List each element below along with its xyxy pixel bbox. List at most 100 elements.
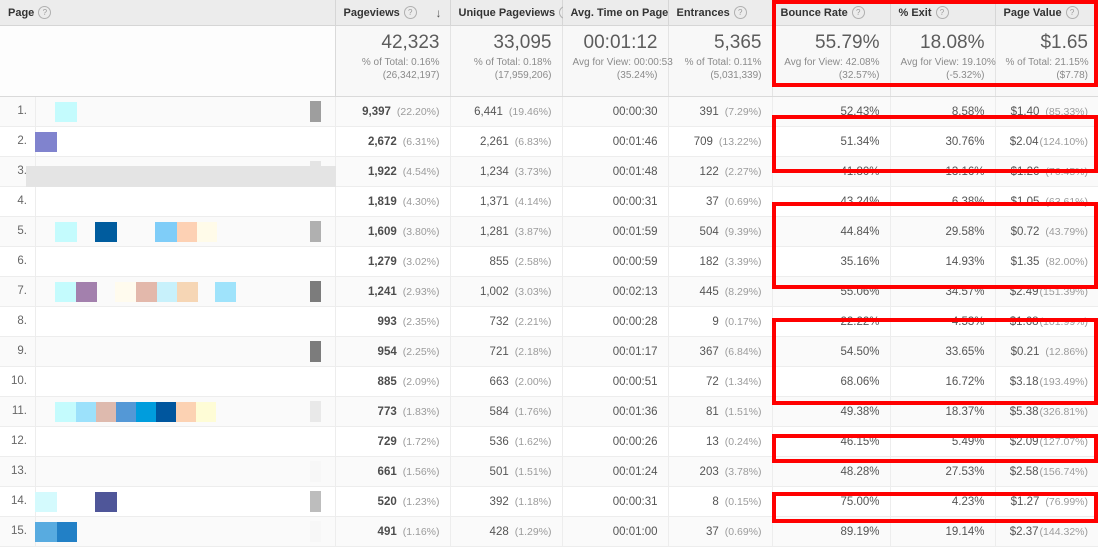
- value-page-value: $0.72: [1010, 225, 1040, 238]
- table-row[interactable]: 4. 1,819 (4.30%) 1,371 (4.14%) 00:00:31 37 (0.6…: [0, 186, 1098, 217]
- value-bounce-rate: 89.19%: [840, 525, 880, 538]
- table-row[interactable]: 5. 1,609 (3.80%) 1,281 (3.87%) 00:01:59 504 (9.…: [0, 216, 1098, 247]
- value-bounce-rate: 48.28%: [840, 465, 880, 478]
- table-row[interactable]: 13. 661 (1.56%) 501 (1.51%) 00:01:24 203 (3.78%…: [0, 456, 1098, 487]
- cell-page[interactable]: 9.: [0, 336, 336, 367]
- summary-row: 42,323 % of Total: 0.16% (26,342,197) 33…: [0, 25, 1098, 97]
- value-percent-unique-pageviews: (2.58%): [514, 255, 552, 268]
- help-icon-bounce-rate[interactable]: ?: [851, 6, 865, 19]
- table-row[interactable]: 9. 954 (2.25%) 721 (2.18%) 00:01:17 367 (6.84%)…: [0, 336, 1098, 367]
- column-header-entrances[interactable]: Entrances ?: [668, 0, 773, 26]
- help-icon-page-value[interactable]: ?: [1065, 6, 1079, 19]
- sort-descending-icon[interactable]: ↓: [430, 7, 442, 19]
- value-percent-page-value: (151.39%): [1039, 285, 1088, 298]
- help-icon-percent-exit[interactable]: ?: [935, 6, 949, 19]
- help-icon-pageviews[interactable]: ?: [403, 6, 417, 19]
- table-row[interactable]: 2. 2,672 (6.31%) 2,261 (6.83%) 00:01:46 709 (13…: [0, 126, 1098, 157]
- cell-avg-time-on-page: 00:00:59: [562, 246, 669, 277]
- page-label-redacted: [36, 277, 325, 306]
- value-percent-entrances: (0.69%): [724, 195, 762, 208]
- redaction-block: [197, 222, 217, 242]
- cell-page[interactable]: 2.: [0, 126, 336, 157]
- column-header-page[interactable]: Page ?: [0, 0, 336, 26]
- column-header-bounce-rate[interactable]: Bounce Rate ?: [772, 0, 891, 26]
- column-label-unique-pageviews: Unique Pageviews: [458, 6, 556, 19]
- cell-page[interactable]: 4.: [0, 186, 336, 217]
- page-label-redacted: [36, 307, 325, 336]
- value-percent-pageviews: (4.54%): [402, 165, 440, 178]
- cell-page[interactable]: 8.: [0, 306, 336, 337]
- value-percent-exit: 29.58%: [945, 225, 985, 238]
- value-percent-exit: 14.93%: [945, 255, 985, 268]
- help-icon-entrances[interactable]: ?: [733, 6, 747, 19]
- value-entrances: 122: [699, 165, 719, 178]
- cell-page[interactable]: 1.: [0, 96, 336, 127]
- table-row[interactable]: 10. 885 (2.09%) 663 (2.00%) 00:00:51 72 (1.34%)…: [0, 366, 1098, 397]
- table-row[interactable]: 8. 993 (2.35%) 732 (2.21%) 00:00:28 9 (0.17%) 22…: [0, 306, 1098, 337]
- value-percent-exit: 4.53%: [951, 315, 985, 328]
- value-avg-time-on-page: 00:01:36: [612, 405, 658, 418]
- cell-page[interactable]: 12.: [0, 426, 336, 457]
- redaction-block: [76, 282, 97, 302]
- page-label-redacted: [35, 517, 325, 546]
- redaction-block: [177, 282, 198, 302]
- cell-bounce-rate: 22.22%: [772, 306, 891, 337]
- column-header-unique-pageviews[interactable]: Unique Pageviews ?: [450, 0, 573, 26]
- cell-page[interactable]: 14.: [0, 486, 336, 517]
- cell-pageviews: 520 (1.23%): [335, 486, 451, 517]
- summary-row-group: 42,323 % of Total: 0.16% (26,342,197) 33…: [0, 25, 1098, 97]
- table-row[interactable]: 7. 1,241 (2.93%) 1,002 (3.03%) 00:02:13 445 (8.…: [0, 276, 1098, 307]
- column-header-page-value[interactable]: Page Value ?: [995, 0, 1098, 26]
- value-percent-exit: 19.14%: [945, 525, 985, 538]
- column-label-percent-exit: % Exit: [898, 6, 932, 19]
- cell-bounce-rate: 89.19%: [772, 516, 891, 547]
- value-page-value: $1.40: [1010, 105, 1040, 118]
- cell-bounce-rate: 68.06%: [772, 366, 891, 397]
- table-row[interactable]: 15. 491 (1.16%) 428 (1.29%) 00:01:00 37 (0.69%)…: [0, 516, 1098, 547]
- column-header-percent-exit[interactable]: % Exit ?: [890, 0, 996, 26]
- cell-pageviews: 954 (2.25%): [335, 336, 451, 367]
- value-pageviews: 954: [377, 345, 397, 358]
- cell-avg-time-on-page: 00:00:31: [562, 186, 669, 217]
- value-unique-pageviews: 1,234: [479, 165, 509, 178]
- cell-entrances: 367 (6.84%): [668, 336, 773, 367]
- cell-page[interactable]: 7.: [0, 276, 336, 307]
- column-header-avg-time-on-page[interactable]: Avg. Time on Page ?: [562, 0, 686, 26]
- table-row[interactable]: 6. 1,279 (3.02%) 855 (2.58%) 00:00:59 182 (3.39…: [0, 246, 1098, 277]
- cell-page[interactable]: 11.: [0, 396, 336, 427]
- value-percent-entrances: (1.34%): [724, 375, 762, 388]
- cell-page[interactable]: 6.: [0, 246, 336, 277]
- cell-page-value: $0.21 (12.86%): [995, 336, 1098, 367]
- column-header-pageviews[interactable]: Pageviews ? ↓: [335, 0, 451, 26]
- table-row[interactable]: 14. 520 (1.23%) 392 (1.18%) 00:00:31 8 (0.15%) 7…: [0, 486, 1098, 517]
- cell-bounce-rate: 52.43%: [772, 96, 891, 127]
- value-percent-page-value: (12.86%): [1045, 345, 1088, 358]
- page-label-redacted: [36, 187, 325, 216]
- value-percent-pageviews: (2.25%): [402, 345, 440, 358]
- table-row[interactable]: 11. 773 (1.83%) 584 (1.76%) 00:01:36 81 (1.51%)…: [0, 396, 1098, 427]
- cell-unique-pageviews: 392 (1.18%): [450, 486, 563, 517]
- cell-page[interactable]: 15.: [0, 516, 336, 547]
- cell-page[interactable]: 13.: [0, 456, 336, 487]
- summary-cell-percent-exit: 18.08% Avg for View: 19.10% (-5.32%): [890, 25, 996, 97]
- cell-bounce-rate: 55.06%: [772, 276, 891, 307]
- value-percent-entrances: (0.17%): [724, 315, 762, 328]
- value-percent-pageviews: (4.30%): [402, 195, 440, 208]
- cell-page[interactable]: 5.: [0, 216, 336, 247]
- cell-entrances: 72 (1.34%): [668, 366, 773, 397]
- value-unique-pageviews: 428: [489, 525, 509, 538]
- summary-subtext-page-value-2: ($7.78): [1056, 70, 1088, 81]
- cell-unique-pageviews: 1,281 (3.87%): [450, 216, 563, 247]
- redaction-block: [35, 132, 57, 152]
- table-row[interactable]: 1. 9,397 (22.20%) 6,441 (19.46%) 00:00:30 391 (…: [0, 96, 1098, 127]
- help-icon-page[interactable]: ?: [38, 6, 52, 19]
- cell-page[interactable]: 10.: [0, 366, 336, 397]
- cell-pageviews: 1,609 (3.80%): [335, 216, 451, 247]
- table-row[interactable]: 12. 729 (1.72%) 536 (1.62%) 00:00:26 13 (0.24%)…: [0, 426, 1098, 457]
- value-pageviews: 1,279: [367, 255, 397, 268]
- page-label-redacted: [36, 457, 325, 486]
- value-percent-entrances: (0.24%): [724, 435, 762, 448]
- cell-bounce-rate: 43.24%: [772, 186, 891, 217]
- summary-cell-page: [0, 25, 336, 97]
- cell-unique-pageviews: 721 (2.18%): [450, 336, 563, 367]
